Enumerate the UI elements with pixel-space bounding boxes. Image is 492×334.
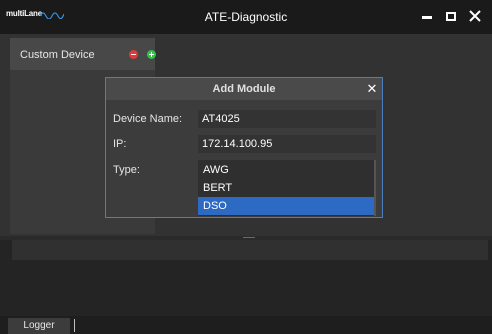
- maximize-icon[interactable]: [442, 6, 460, 26]
- dialog-title: Add Module: [212, 83, 276, 95]
- status-separator: [74, 319, 75, 332]
- device-name-label: Device Name:: [113, 113, 183, 125]
- type-option-dso[interactable]: DSO: [198, 197, 374, 215]
- dialog-close-icon[interactable]: ✕: [364, 80, 380, 98]
- remove-circle-icon[interactable]: [129, 50, 138, 59]
- device-label: Custom Device: [20, 49, 95, 61]
- dialog-header: Add Module ✕: [106, 78, 382, 100]
- app-logo: multiLane: [6, 9, 42, 18]
- splitter-grip-icon[interactable]: [243, 237, 255, 238]
- type-option-bert[interactable]: BERT: [198, 179, 374, 197]
- log-header-strip: [12, 240, 488, 260]
- logo-wave-icon: [40, 12, 64, 19]
- title-bar: multiLane ATE-Diagnostic: [0, 0, 492, 34]
- type-option-awg[interactable]: AWG: [198, 161, 374, 179]
- device-header: Custom Device: [10, 38, 156, 70]
- add-circle-icon[interactable]: [147, 50, 156, 59]
- type-list[interactable]: AWG BERT DSO: [198, 160, 376, 216]
- ip-field[interactable]: 172.14.100.95: [198, 135, 376, 153]
- ip-label: IP:: [113, 138, 127, 150]
- close-icon[interactable]: [466, 6, 484, 26]
- add-module-dialog: Add Module ✕ Device Name: AT4025 IP: 172…: [105, 77, 383, 218]
- logger-tab[interactable]: Logger: [8, 318, 70, 334]
- minimize-icon[interactable]: [418, 6, 436, 26]
- type-label: Type:: [113, 164, 140, 176]
- device-name-field[interactable]: AT4025: [198, 110, 376, 128]
